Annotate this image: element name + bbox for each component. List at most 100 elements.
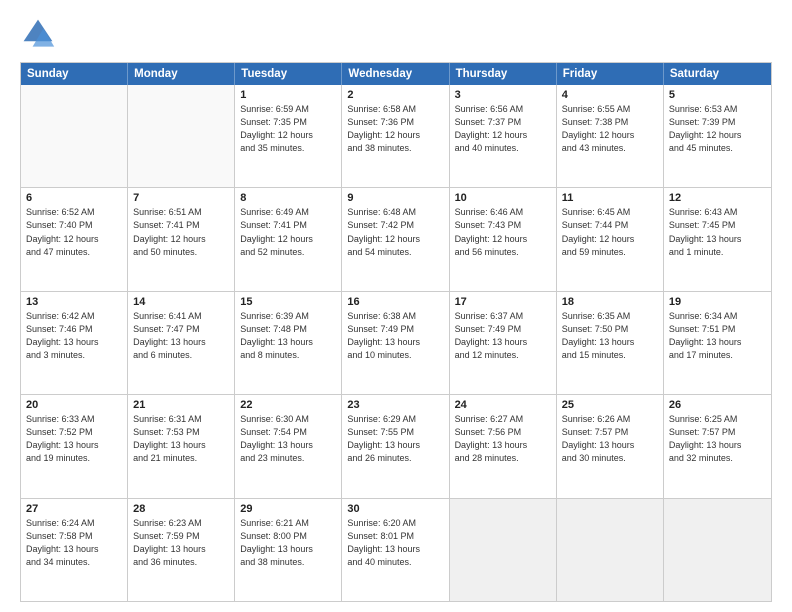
day-cell-13: 13 Sunrise: 6:42 AM Sunset: 7:46 PM Dayli…: [21, 292, 128, 394]
calendar-row-5: 27 Sunrise: 6:24 AM Sunset: 7:58 PM Dayli…: [21, 498, 771, 601]
day-number: 12: [669, 192, 766, 204]
cell-info: Sunrise: 6:45 AM Sunset: 7:44 PM Dayligh…: [562, 206, 658, 258]
cell-info: Sunrise: 6:55 AM Sunset: 7:38 PM Dayligh…: [562, 103, 658, 155]
day-number: 17: [455, 296, 551, 308]
day-number: 18: [562, 296, 658, 308]
day-number: 2: [347, 89, 443, 101]
cell-info: Sunrise: 6:23 AM Sunset: 7:59 PM Dayligh…: [133, 517, 229, 569]
day-number: 23: [347, 399, 443, 411]
empty-cell: [664, 499, 771, 601]
day-number: 21: [133, 399, 229, 411]
day-number: 1: [240, 89, 336, 101]
header: [20, 16, 772, 52]
day-number: 11: [562, 192, 658, 204]
day-number: 19: [669, 296, 766, 308]
day-number: 15: [240, 296, 336, 308]
day-cell-22: 22Sunrise: 6:30 AM Sunset: 7:54 PM Dayli…: [235, 395, 342, 497]
cell-info: Sunrise: 6:20 AM Sunset: 8:01 PM Dayligh…: [347, 517, 443, 569]
cell-info: Sunrise: 6:43 AM Sunset: 7:45 PM Dayligh…: [669, 206, 766, 258]
day-cell-17: 17Sunrise: 6:37 AM Sunset: 7:49 PM Dayli…: [450, 292, 557, 394]
empty-cell: [450, 499, 557, 601]
header-day-sunday: Sunday: [21, 63, 128, 85]
cell-info: Sunrise: 6:58 AM Sunset: 7:36 PM Dayligh…: [347, 103, 443, 155]
cell-info: Sunrise: 6:42 AM Sunset: 7:46 PM Dayligh…: [26, 310, 122, 362]
calendar-row-2: 6 Sunrise: 6:52 AM Sunset: 7:40 PM Daylig…: [21, 187, 771, 290]
calendar-row-4: 20Sunrise: 6:33 AM Sunset: 7:52 PM Dayli…: [21, 394, 771, 497]
day-number: 4: [562, 89, 658, 101]
cell-info: Sunrise: 6:56 AM Sunset: 7:37 PM Dayligh…: [455, 103, 551, 155]
cell-info: Sunrise: 6:25 AM Sunset: 7:57 PM Dayligh…: [669, 413, 766, 465]
cell-info: Sunrise: 6:27 AM Sunset: 7:56 PM Dayligh…: [455, 413, 551, 465]
day-number: 5: [669, 89, 766, 101]
header-day-wednesday: Wednesday: [342, 63, 449, 85]
day-cell-18: 18 Sunrise: 6:35 AM Sunset: 7:50 PM Dayli…: [557, 292, 664, 394]
day-number: 7: [133, 192, 229, 204]
logo-icon: [20, 16, 56, 52]
cell-info: Sunrise: 6:35 AM Sunset: 7:50 PM Dayligh…: [562, 310, 658, 362]
cell-info: Sunrise: 6:29 AM Sunset: 7:55 PM Dayligh…: [347, 413, 443, 465]
calendar: SundayMondayTuesdayWednesdayThursdayFrid…: [20, 62, 772, 602]
header-day-tuesday: Tuesday: [235, 63, 342, 85]
day-number: 13: [26, 296, 122, 308]
day-number: 8: [240, 192, 336, 204]
cell-info: Sunrise: 6:34 AM Sunset: 7:51 PM Dayligh…: [669, 310, 766, 362]
day-cell-6: 6 Sunrise: 6:52 AM Sunset: 7:40 PM Daylig…: [21, 188, 128, 290]
day-number: 3: [455, 89, 551, 101]
cell-info: Sunrise: 6:49 AM Sunset: 7:41 PM Dayligh…: [240, 206, 336, 258]
cell-info: Sunrise: 6:39 AM Sunset: 7:48 PM Dayligh…: [240, 310, 336, 362]
cell-info: Sunrise: 6:26 AM Sunset: 7:57 PM Dayligh…: [562, 413, 658, 465]
cell-info: Sunrise: 6:33 AM Sunset: 7:52 PM Dayligh…: [26, 413, 122, 465]
calendar-header: SundayMondayTuesdayWednesdayThursdayFrid…: [21, 63, 771, 85]
page: SundayMondayTuesdayWednesdayThursdayFrid…: [0, 0, 792, 612]
day-cell-10: 10 Sunrise: 6:46 AM Sunset: 7:43 PM Dayli…: [450, 188, 557, 290]
cell-info: Sunrise: 6:48 AM Sunset: 7:42 PM Dayligh…: [347, 206, 443, 258]
day-number: 16: [347, 296, 443, 308]
day-number: 10: [455, 192, 551, 204]
header-day-thursday: Thursday: [450, 63, 557, 85]
cell-info: Sunrise: 6:31 AM Sunset: 7:53 PM Dayligh…: [133, 413, 229, 465]
day-cell-24: 24Sunrise: 6:27 AM Sunset: 7:56 PM Dayli…: [450, 395, 557, 497]
day-cell-3: 3 Sunrise: 6:56 AM Sunset: 7:37 PM Daylig…: [450, 85, 557, 187]
day-number: 30: [347, 503, 443, 515]
day-cell-23: 23 Sunrise: 6:29 AM Sunset: 7:55 PM Dayli…: [342, 395, 449, 497]
cell-info: Sunrise: 6:59 AM Sunset: 7:35 PM Dayligh…: [240, 103, 336, 155]
day-cell-27: 27 Sunrise: 6:24 AM Sunset: 7:58 PM Dayli…: [21, 499, 128, 601]
cell-info: Sunrise: 6:41 AM Sunset: 7:47 PM Dayligh…: [133, 310, 229, 362]
day-cell-4: 4 Sunrise: 6:55 AM Sunset: 7:38 PM Daylig…: [557, 85, 664, 187]
calendar-body: 1 Sunrise: 6:59 AM Sunset: 7:35 PM Daylig…: [21, 85, 771, 601]
day-number: 27: [26, 503, 122, 515]
day-cell-16: 16 Sunrise: 6:38 AM Sunset: 7:49 PM Dayli…: [342, 292, 449, 394]
day-cell-19: 19 Sunrise: 6:34 AM Sunset: 7:51 PM Dayli…: [664, 292, 771, 394]
calendar-row-3: 13 Sunrise: 6:42 AM Sunset: 7:46 PM Dayli…: [21, 291, 771, 394]
cell-info: Sunrise: 6:24 AM Sunset: 7:58 PM Dayligh…: [26, 517, 122, 569]
day-cell-14: 14 Sunrise: 6:41 AM Sunset: 7:47 PM Dayli…: [128, 292, 235, 394]
day-cell-26: 26 Sunrise: 6:25 AM Sunset: 7:57 PM Dayli…: [664, 395, 771, 497]
day-cell-15: 15 Sunrise: 6:39 AM Sunset: 7:48 PM Dayli…: [235, 292, 342, 394]
empty-cell: [128, 85, 235, 187]
cell-info: Sunrise: 6:52 AM Sunset: 7:40 PM Dayligh…: [26, 206, 122, 258]
day-cell-2: 2 Sunrise: 6:58 AM Sunset: 7:36 PM Daylig…: [342, 85, 449, 187]
empty-cell: [21, 85, 128, 187]
day-cell-11: 11 Sunrise: 6:45 AM Sunset: 7:44 PM Dayli…: [557, 188, 664, 290]
day-cell-7: 7Sunrise: 6:51 AM Sunset: 7:41 PM Daylig…: [128, 188, 235, 290]
cell-info: Sunrise: 6:53 AM Sunset: 7:39 PM Dayligh…: [669, 103, 766, 155]
empty-cell: [557, 499, 664, 601]
day-cell-12: 12 Sunrise: 6:43 AM Sunset: 7:45 PM Dayli…: [664, 188, 771, 290]
day-number: 14: [133, 296, 229, 308]
day-number: 29: [240, 503, 336, 515]
day-number: 6: [26, 192, 122, 204]
cell-info: Sunrise: 6:38 AM Sunset: 7:49 PM Dayligh…: [347, 310, 443, 362]
logo: [20, 16, 62, 52]
header-day-friday: Friday: [557, 63, 664, 85]
day-number: 26: [669, 399, 766, 411]
day-number: 25: [562, 399, 658, 411]
day-cell-28: 28Sunrise: 6:23 AM Sunset: 7:59 PM Dayli…: [128, 499, 235, 601]
day-cell-30: 30 Sunrise: 6:20 AM Sunset: 8:01 PM Dayli…: [342, 499, 449, 601]
cell-info: Sunrise: 6:21 AM Sunset: 8:00 PM Dayligh…: [240, 517, 336, 569]
cell-info: Sunrise: 6:30 AM Sunset: 7:54 PM Dayligh…: [240, 413, 336, 465]
day-number: 9: [347, 192, 443, 204]
calendar-row-1: 1 Sunrise: 6:59 AM Sunset: 7:35 PM Daylig…: [21, 85, 771, 187]
day-cell-20: 20Sunrise: 6:33 AM Sunset: 7:52 PM Dayli…: [21, 395, 128, 497]
cell-info: Sunrise: 6:46 AM Sunset: 7:43 PM Dayligh…: [455, 206, 551, 258]
day-cell-21: 21 Sunrise: 6:31 AM Sunset: 7:53 PM Dayli…: [128, 395, 235, 497]
